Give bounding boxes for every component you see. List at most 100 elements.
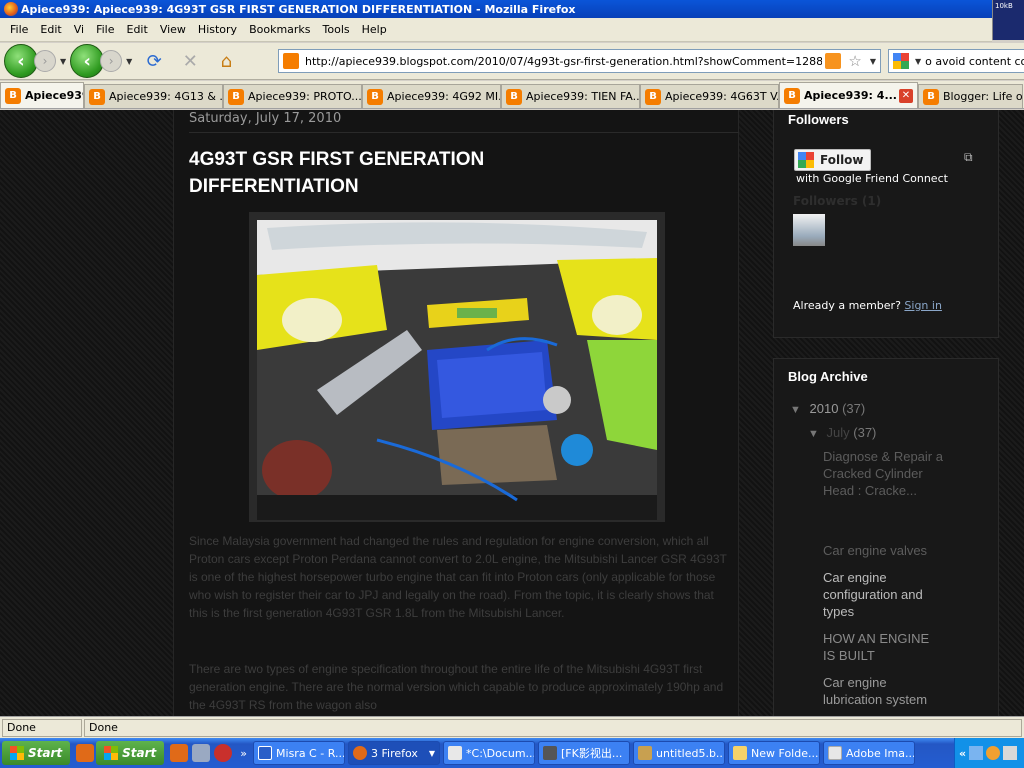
forward-button[interactable]: ›: [34, 50, 56, 72]
taskbar: Start Start » Misra C - R... 3 Firefox ▼ …: [0, 738, 1024, 768]
tab-label: Apiece939: 4G92 MI...: [387, 90, 501, 103]
firefox-quicklaunch-icon[interactable]: [76, 744, 95, 762]
forward-arrow-icon: ›: [108, 54, 114, 68]
collapse-triangle-icon[interactable]: ▼: [790, 404, 801, 416]
taskbar-button-firefox[interactable]: 3 Firefox ▼: [348, 741, 441, 765]
archive-year-label: 2010: [809, 401, 839, 416]
network-meter: 10kB: [992, 0, 1024, 40]
follow-button[interactable]: Follow: [794, 149, 871, 171]
status-bar: Done Done: [0, 716, 1024, 738]
collapse-triangle-icon[interactable]: ▼: [808, 428, 819, 440]
blogger-icon: B: [228, 88, 244, 105]
sign-in-link[interactable]: Sign in: [904, 299, 942, 312]
menu-history[interactable]: History: [192, 23, 243, 36]
close-tab-icon[interactable]: ✕: [899, 88, 913, 103]
home-button[interactable]: ⌂: [214, 49, 238, 73]
taskbar-button-notepad[interactable]: *C:\Docum...: [443, 741, 536, 765]
tab-2[interactable]: B Apiece939: 4G13 & ...: [84, 84, 223, 108]
tab-label: Apiece939: 4G63T V...: [665, 90, 779, 103]
menu-view[interactable]: View: [154, 23, 192, 36]
network-icon[interactable]: [969, 746, 984, 760]
tab-1[interactable]: B Apiece939: [0, 82, 84, 108]
tab-7-current[interactable]: B Apiece939: 4... ✕: [779, 82, 918, 108]
tab-6[interactable]: B Apiece939: 4G63T V...: [640, 84, 779, 108]
archive-post-3[interactable]: Car engine configuration and types: [823, 569, 933, 620]
more-quicklaunch-icon[interactable]: »: [240, 747, 247, 760]
start-button[interactable]: Start: [2, 741, 71, 765]
url-dropdown-icon[interactable]: ▼: [870, 57, 876, 66]
history-dropdown-icon[interactable]: ▼: [60, 57, 66, 66]
archive-post-2[interactable]: Car engine valves: [823, 542, 983, 559]
back-button-2[interactable]: ‹: [70, 44, 105, 78]
windows-logo-icon: [104, 746, 119, 760]
rss-feed-icon[interactable]: [825, 53, 842, 69]
task-label: *C:\Docum...: [466, 746, 536, 760]
firefox-icon: [353, 746, 368, 760]
shield-icon[interactable]: [986, 746, 1001, 760]
follower-avatar[interactable]: [793, 214, 825, 246]
network-meter-label: 10kB: [995, 2, 1013, 10]
taskbar-button-word[interactable]: Misra C - R...: [253, 741, 346, 765]
popout-icon[interactable]: ⧉: [964, 150, 973, 165]
tab-5[interactable]: B Apiece939: TIEN FA...: [501, 84, 640, 108]
firefox-icon: [4, 2, 18, 16]
menu-edit[interactable]: Edit: [121, 23, 154, 36]
history-dropdown-icon[interactable]: ▼: [126, 57, 132, 66]
post-title[interactable]: 4G93T GSR FIRST GENERATION DIFFERENTIATI…: [189, 146, 609, 200]
task-label: Adobe Ima...: [846, 746, 916, 760]
tab-label: Apiece939: PROTO...: [248, 90, 362, 103]
taskbar-button-folder[interactable]: New Folde...: [728, 741, 821, 765]
word-icon: [258, 746, 273, 760]
search-engine-dropdown-icon[interactable]: ▼: [915, 57, 921, 66]
back-arrow-icon: ‹: [17, 50, 25, 72]
forward-button-2[interactable]: ›: [100, 50, 123, 72]
blogger-icon: B: [5, 87, 21, 104]
tab-3[interactable]: B Apiece939: PROTO...: [223, 84, 362, 108]
bookmark-star-icon[interactable]: ☆: [848, 52, 861, 70]
archive-month-label: July: [826, 425, 850, 440]
archive-year[interactable]: ▼ 2010 (37): [790, 400, 865, 419]
firefox-quicklaunch-icon[interactable]: [170, 744, 189, 762]
adobe-icon: [828, 746, 843, 760]
google-search-icon[interactable]: [893, 53, 909, 69]
menu-file[interactable]: File: [4, 23, 34, 36]
taskbar-button-adobe[interactable]: Adobe Ima...: [823, 741, 916, 765]
archive-post-4[interactable]: HOW AN ENGINE IS BUILT: [823, 630, 943, 664]
volume-icon[interactable]: [1003, 746, 1018, 760]
member-prompt: Already a member? Sign in: [793, 299, 942, 312]
search-box[interactable]: ▼ o avoid content copy: [888, 49, 1024, 73]
archive-month[interactable]: ▼ July (37): [808, 424, 876, 443]
menu-view-truncated[interactable]: Vi: [68, 23, 90, 36]
back-button[interactable]: ‹: [4, 44, 38, 78]
system-tray: «: [954, 738, 1024, 768]
gfc-label: with Google Friend Connect: [796, 172, 948, 185]
task-label: [FK影视出...: [561, 747, 623, 760]
forward-arrow-icon: ›: [42, 54, 48, 68]
menu-edit[interactable]: Edit: [34, 23, 67, 36]
app-quicklaunch-icon[interactable]: [214, 744, 233, 762]
blogger-icon: B: [923, 88, 939, 105]
taskbar-button-video[interactable]: [FK影视出...: [538, 741, 631, 765]
tab-8[interactable]: B Blogger: Life of a: [918, 84, 1023, 108]
menu-tools[interactable]: Tools: [317, 23, 356, 36]
url-bar[interactable]: http://apiece939.blogspot.com/2010/07/4g…: [278, 49, 881, 73]
tab-4[interactable]: B Apiece939: 4G92 MI...: [362, 84, 501, 108]
blogger-icon: B: [89, 88, 105, 105]
url-text[interactable]: http://apiece939.blogspot.com/2010/07/4g…: [305, 55, 822, 68]
engine-photo[interactable]: [249, 212, 665, 522]
stop-button[interactable]: ✕: [178, 49, 202, 73]
reload-button[interactable]: ⟳: [142, 49, 166, 73]
media-quicklaunch-icon[interactable]: [192, 744, 211, 762]
member-text: Already a member?: [793, 299, 901, 312]
tray-expand-icon[interactable]: «: [959, 747, 966, 760]
archive-post-1[interactable]: Diagnose & Repair a Cracked Cylinder Hea…: [823, 448, 943, 499]
followers-title: Followers: [788, 112, 849, 127]
start-button-2[interactable]: Start: [96, 741, 165, 765]
taskbar-button-paint[interactable]: untitled5.b...: [633, 741, 726, 765]
archive-post-5[interactable]: Car engine lubrication system: [823, 674, 933, 708]
menu-file[interactable]: File: [90, 23, 120, 36]
search-input[interactable]: o avoid content copy: [925, 55, 1024, 68]
menu-help[interactable]: Help: [356, 23, 393, 36]
menu-bookmarks[interactable]: Bookmarks: [243, 23, 316, 36]
group-dropdown-icon[interactable]: ▼: [429, 749, 435, 758]
